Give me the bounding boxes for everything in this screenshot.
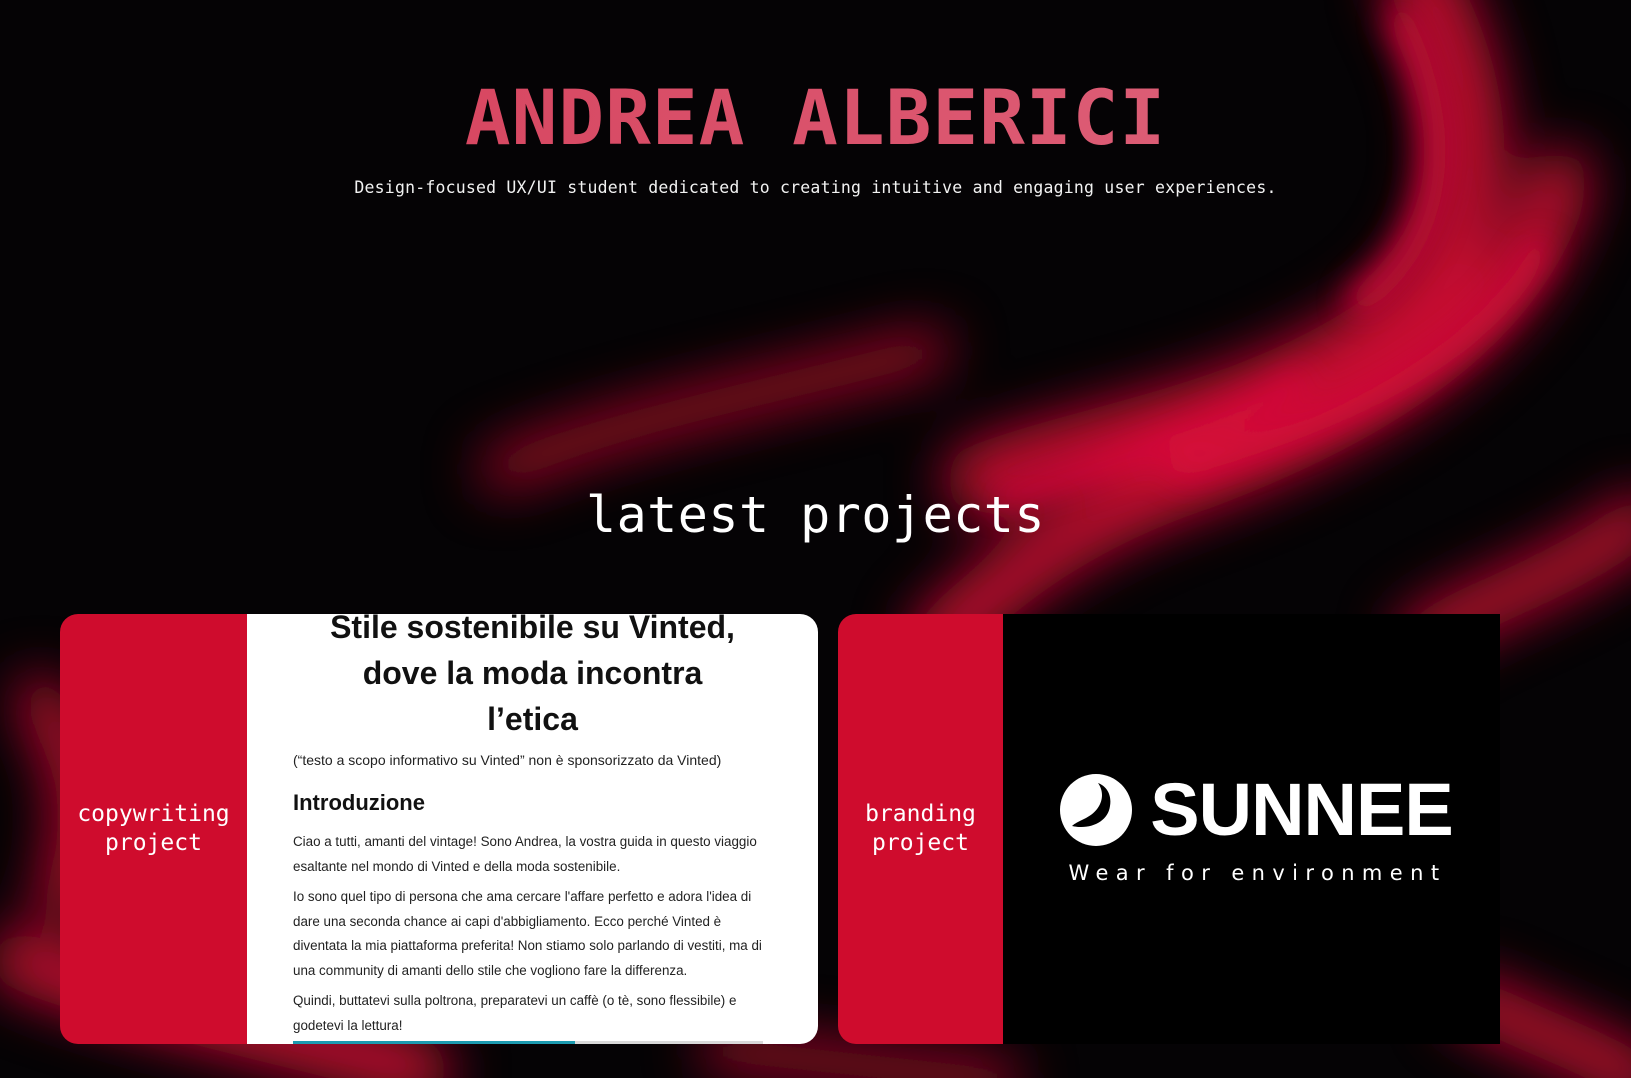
brand-tagline: Wear for environment bbox=[1068, 861, 1447, 885]
project-card-branding[interactable]: branding project SUNNEE Wear for environ… bbox=[838, 614, 1500, 1044]
project-label-line2: project bbox=[105, 830, 202, 856]
hero-title: ANDREA ALBERICI bbox=[0, 80, 1631, 156]
project-card-copywriting[interactable]: copywriting project Stile sostenibile su… bbox=[60, 614, 818, 1044]
project-label-line2: project bbox=[872, 830, 969, 856]
document-preview: Stile sostenibile su Vinted, dove la mod… bbox=[247, 614, 818, 1044]
document-paragraph: Ciao a tutti, amanti del vintage! Sono A… bbox=[293, 834, 757, 874]
document-heading: Introduzione bbox=[293, 790, 425, 815]
sunnee-logo-icon bbox=[1060, 774, 1133, 846]
project-label-line1: branding bbox=[865, 801, 976, 828]
hero-subtitle: Design-focused UX/UI student dedicated t… bbox=[354, 178, 1277, 197]
project-label: copywriting project bbox=[60, 614, 247, 1044]
document-progress-bar bbox=[293, 1041, 763, 1044]
section-title: latest projects bbox=[585, 486, 1046, 544]
document-title-line: l’etica bbox=[487, 701, 578, 737]
document-title: Stile sostenibile su Vinted, dove la mod… bbox=[247, 614, 818, 742]
brand-logo: SUNNEE bbox=[1060, 768, 1454, 851]
document-title-line: Stile sostenibile su Vinted, bbox=[330, 614, 735, 645]
document-paragraph: Io sono quel tipo di persona che ama cer… bbox=[293, 889, 762, 978]
document-paragraph: Quindi, buttatevi sulla poltrona, prepar… bbox=[293, 993, 737, 1033]
project-label: branding project bbox=[838, 614, 1003, 1044]
document-note: (“testo a scopo informativo su Vinted” n… bbox=[293, 752, 722, 768]
brand-preview: SUNNEE Wear for environment bbox=[1003, 614, 1500, 1044]
brand-name: SUNNEE bbox=[1150, 768, 1453, 851]
project-label-line1: copywriting bbox=[77, 801, 230, 828]
document-title-line: dove la moda incontra bbox=[362, 655, 703, 691]
hero: ANDREA ALBERICI Design-focused UX/UI stu… bbox=[0, 80, 1631, 198]
